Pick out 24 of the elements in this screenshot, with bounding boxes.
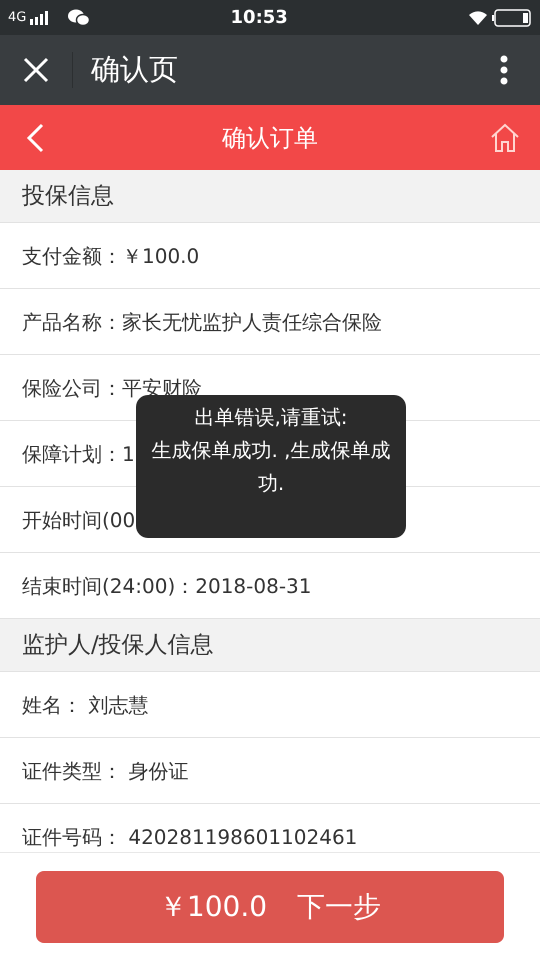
info-row-text: 证件类型： 身份证 — [22, 758, 188, 784]
wifi-icon — [468, 10, 488, 26]
section-title: 投保信息 — [22, 182, 114, 211]
network-label: 4G — [8, 8, 26, 27]
info-row-text: 产品名称：家长无忧监护人责任综合保险 — [22, 308, 382, 336]
next-step-button[interactable]: ￥100.0 下一步 — [36, 870, 504, 942]
app-bar-title: 确认页 — [91, 51, 179, 88]
toast-message: 生成保单成功. ,生成保单成功. — [150, 437, 392, 497]
clock: 10:53 — [230, 6, 288, 30]
info-row-text: 保障计划：1 — [22, 440, 135, 468]
close-icon — [23, 57, 49, 83]
info-row-text: 姓名： 刘志慧 — [22, 692, 148, 718]
info-row-text: 证件号码： 420281198601102461 — [22, 824, 358, 850]
info-row-text: 结束时间(24:00)：2018-08-31 — [22, 572, 312, 600]
header-title: 确认订单 — [221, 122, 319, 154]
info-row-text: 支付金额：￥100.0 — [22, 242, 200, 270]
section-title: 监护人/投保人信息 — [22, 630, 214, 660]
info-row-text: 开始时间(00 — [22, 506, 136, 534]
toast-title: 出单错误,请重试: — [194, 404, 348, 431]
battery-icon — [492, 8, 532, 26]
home-icon — [490, 122, 520, 152]
more-icon — [500, 55, 508, 85]
chat-bubbles-icon — [68, 8, 90, 26]
back-icon — [26, 122, 44, 152]
